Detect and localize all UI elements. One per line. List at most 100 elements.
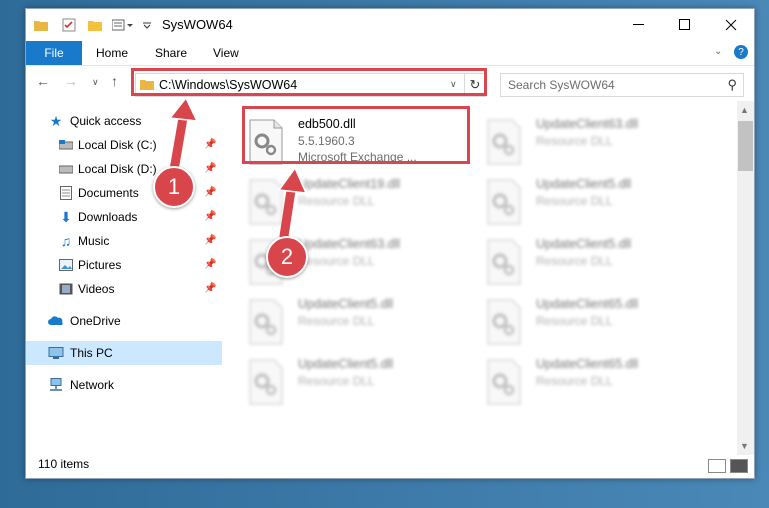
drive-icon	[58, 161, 74, 177]
sidebar-item-label: This PC	[70, 346, 113, 360]
pin-icon[interactable]: 📌	[204, 187, 216, 198]
customize-toolbar-icon[interactable]	[110, 15, 136, 35]
minimize-button[interactable]	[616, 9, 662, 41]
scrollbar-thumb[interactable]	[738, 121, 753, 171]
recent-locations-icon[interactable]: ∨	[92, 77, 99, 88]
file-description: Resource DLL	[298, 314, 375, 328]
sidebar-item-label: Music	[78, 234, 110, 248]
file-tile[interactable]: UpdateClient5.dll Resource DLL	[486, 173, 716, 231]
sidebar-item-onedrive[interactable]: OneDrive	[26, 309, 222, 333]
expand-ribbon-icon[interactable]: ⌄	[714, 46, 722, 57]
file-description: Resource DLL	[536, 134, 613, 148]
forward-arrow-icon[interactable]: →	[64, 73, 78, 89]
pin-icon[interactable]: 📌	[204, 259, 216, 270]
sidebar-item-this-pc[interactable]: This PC	[26, 341, 222, 365]
maximize-button[interactable]	[662, 9, 708, 41]
file-name: UpdateClient65.dll	[536, 297, 639, 311]
scroll-up-icon[interactable]: ▲	[740, 105, 749, 115]
file-tile[interactable]: UpdateClient63.dll Resource DLL	[486, 113, 716, 171]
pin-icon[interactable]: 📌	[204, 211, 216, 222]
step-badge-1: 1	[153, 166, 195, 208]
title-bar: SysWOW64	[26, 9, 754, 41]
file-tile[interactable]: UpdateClient19.dll Resource DLL	[248, 173, 478, 231]
file-description: Resource DLL	[298, 194, 375, 208]
file-description: Resource DLL	[536, 374, 613, 388]
pin-icon[interactable]: 📌	[204, 235, 216, 246]
file-description: Resource DLL	[298, 254, 375, 268]
sidebar-item-videos[interactable]: Videos 📌	[26, 277, 222, 301]
sidebar-item-label: OneDrive	[70, 314, 121, 328]
pin-icon[interactable]: 📌	[204, 139, 216, 150]
item-count: 110 items	[38, 457, 90, 471]
dll-file-icon	[249, 299, 283, 345]
music-note-icon: ♫	[60, 233, 72, 249]
file-name: UpdateClient63.dll	[298, 237, 401, 251]
details-view-icon[interactable]	[708, 459, 726, 473]
search-box[interactable]: Search SysWOW64 ⚲	[500, 73, 744, 97]
vertical-scrollbar[interactable]: ▲ ▼	[737, 101, 754, 455]
search-placeholder: Search SysWOW64	[508, 78, 615, 92]
sidebar-item-network[interactable]: Network	[26, 373, 222, 397]
help-icon[interactable]: ?	[734, 45, 748, 59]
file-tile[interactable]: UpdateClient65.dll Resource DLL	[486, 353, 716, 411]
dll-file-icon	[487, 119, 521, 165]
dll-file-icon	[487, 239, 521, 285]
sidebar-item-label: Local Disk (C:)	[78, 138, 157, 152]
sidebar-item-quick-access[interactable]: ★ Quick access	[26, 109, 222, 133]
dll-file-icon	[249, 359, 283, 405]
sidebar-item-downloads[interactable]: ⬇ Downloads 📌	[26, 205, 222, 229]
file-name: UpdateClient19.dll	[298, 177, 401, 191]
sidebar-item-music[interactable]: ♫ Music 📌	[26, 229, 222, 253]
pin-icon[interactable]: 📌	[204, 163, 216, 174]
file-name: UpdateClient63.dll	[536, 117, 639, 131]
large-icons-view-icon[interactable]	[730, 459, 748, 473]
sidebar-item-local-disk-c[interactable]: Local Disk (C:) 📌	[26, 133, 222, 157]
tab-file[interactable]: File	[26, 41, 82, 65]
search-icon: ⚲	[727, 77, 737, 92]
pin-icon[interactable]: 📌	[204, 283, 216, 294]
file-tile[interactable]: UpdateClient5.dll Resource DLL	[486, 233, 716, 291]
file-tile[interactable]: UpdateClient5.dll Resource DLL	[248, 293, 478, 351]
file-description: Resource DLL	[536, 194, 613, 208]
navigation-pane: ★ Quick access Local Disk (C:) 📌 Local D…	[26, 101, 222, 451]
sidebar-item-label: Videos	[78, 282, 115, 296]
file-name: UpdateClient65.dll	[536, 357, 639, 371]
status-bar: 110 items	[26, 455, 754, 477]
address-bar-highlight	[131, 68, 487, 96]
cloud-icon	[48, 313, 64, 329]
sidebar-item-pictures[interactable]: Pictures 📌	[26, 253, 222, 277]
sidebar-item-label: Documents	[78, 186, 139, 200]
file-name: UpdateClient5.dll	[536, 237, 632, 251]
up-arrow-icon[interactable]: ↑	[111, 73, 118, 89]
sidebar-item-label: Quick access	[70, 114, 142, 128]
back-arrow-icon[interactable]: ←	[36, 73, 50, 89]
tab-view[interactable]: View	[213, 46, 239, 60]
step-badge-2: 2	[266, 236, 308, 278]
sidebar-item-label: Downloads	[78, 210, 138, 224]
film-icon	[58, 281, 74, 297]
tab-home[interactable]: Home	[96, 46, 128, 60]
dll-file-icon	[249, 179, 283, 225]
new-folder-icon[interactable]	[86, 15, 104, 35]
file-description: Resource DLL	[536, 314, 613, 328]
file-tile[interactable]: UpdateClient65.dll Resource DLL	[486, 293, 716, 351]
documents-icon	[58, 185, 74, 201]
chevron-down-icon[interactable]	[138, 15, 156, 35]
window-title: SysWOW64	[162, 17, 233, 32]
file-tile[interactable]: UpdateClient5.dll Resource DLL	[248, 353, 478, 411]
sidebar-item-label: Network	[70, 378, 115, 392]
computer-icon	[48, 345, 64, 361]
tab-share[interactable]: Share	[155, 46, 187, 60]
star-icon: ★	[49, 112, 63, 129]
network-icon	[48, 377, 64, 393]
file-highlight	[242, 106, 470, 164]
scroll-down-icon[interactable]: ▼	[740, 441, 749, 451]
file-description: Resource DLL	[298, 374, 375, 388]
download-arrow-icon: ⬇	[60, 208, 72, 225]
dll-file-icon	[487, 299, 521, 345]
folder-icon[interactable]	[32, 15, 50, 35]
file-name: UpdateClient5.dll	[298, 297, 394, 311]
ribbon: File Home Share View ⌄ ?	[26, 41, 754, 66]
close-button[interactable]	[708, 9, 754, 41]
properties-icon[interactable]	[60, 15, 78, 35]
